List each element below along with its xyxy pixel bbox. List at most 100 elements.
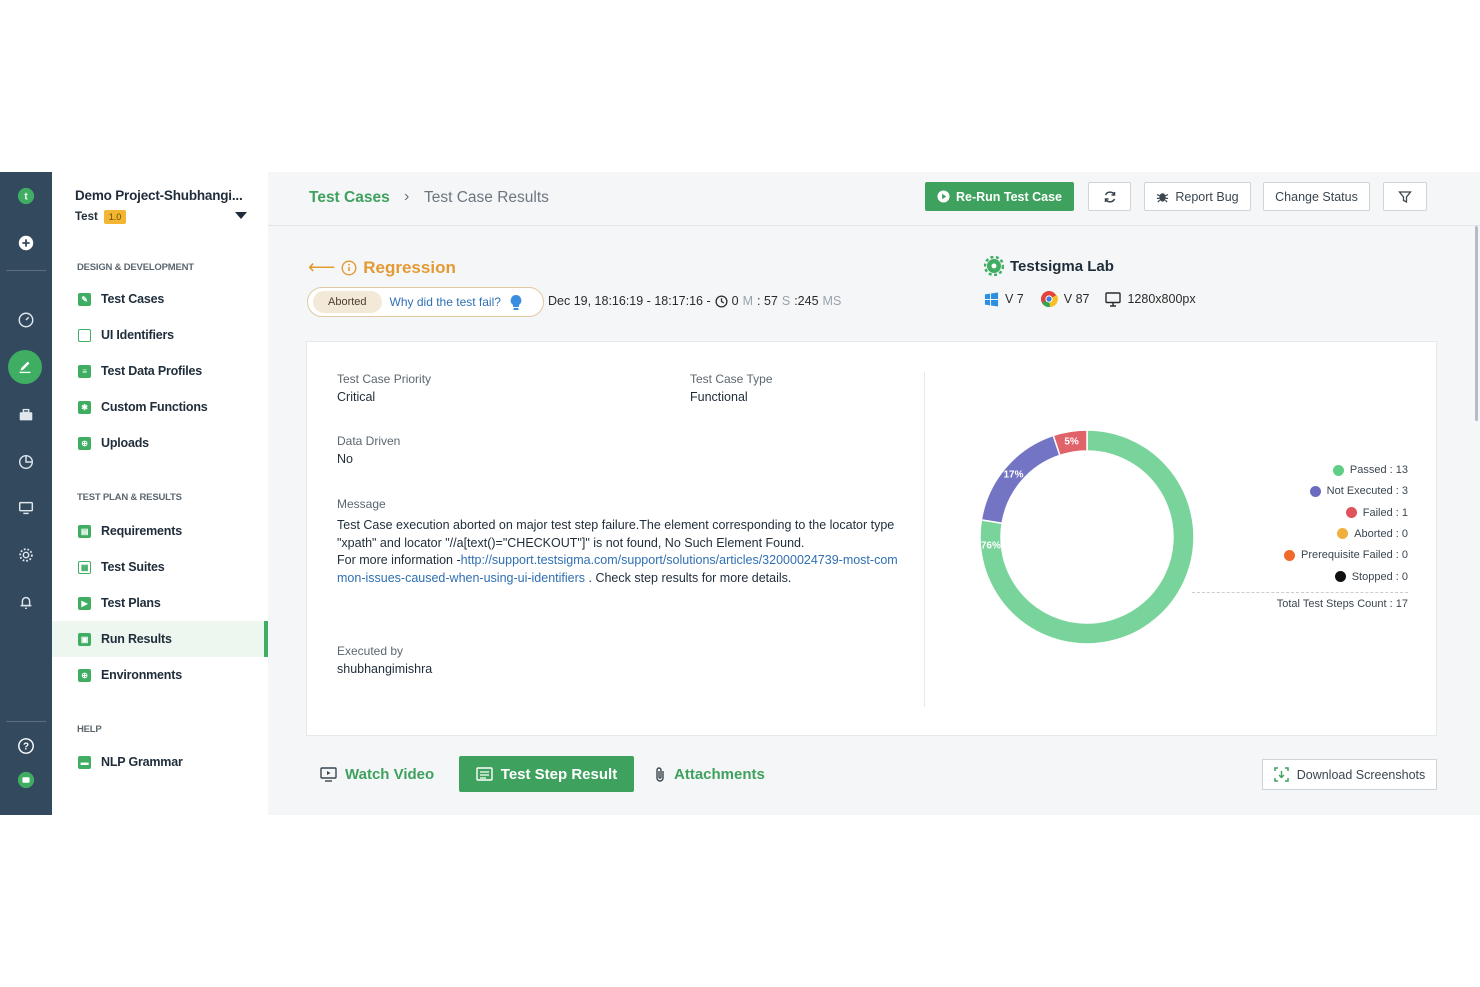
top-bar: Test Cases › Test Case Results Re-Run Te… <box>268 172 1480 226</box>
chat-icon[interactable] <box>10 764 42 796</box>
chrome-icon <box>1040 291 1058 308</box>
os-version: V 7 <box>1005 292 1024 306</box>
project-type: Test <box>75 211 98 223</box>
dashboard-icon[interactable] <box>10 304 42 336</box>
briefcase-icon[interactable] <box>10 399 42 431</box>
tab-watch-video[interactable]: Watch Video <box>320 756 440 792</box>
sidebar-item-nlp-grammar[interactable]: ▬ NLP Grammar <box>52 744 268 780</box>
donut-label-failed: 5% <box>1064 437 1079 448</box>
nlp-grammar-icon: ▬ <box>78 755 91 769</box>
duration-minutes-unit: M <box>742 294 753 308</box>
status-badge: Aborted <box>313 291 382 313</box>
duration-ms-unit: MS <box>822 294 842 308</box>
change-status-button[interactable]: Change Status <box>1263 182 1370 211</box>
breadcrumb-test-cases[interactable]: Test Cases <box>309 189 390 207</box>
sidebar: Demo Project-Shubhangi... Test 1.0 DESIG… <box>52 172 268 815</box>
report-bug-button[interactable]: Report Bug <box>1144 182 1251 211</box>
legend-label: Failed : 1 <box>1362 506 1408 519</box>
legend-item: Stopped : 0 <box>1334 571 1408 583</box>
lightbulb-icon <box>510 294 522 310</box>
paperclip-icon <box>656 767 664 782</box>
test-cases-icon: ✎ <box>78 292 91 306</box>
duration-seconds-unit: S <box>781 294 791 308</box>
type-value: Functional <box>690 390 748 404</box>
filter-button[interactable] <box>1383 182 1427 211</box>
legend-label: Aborted : 0 <box>1354 527 1408 540</box>
legend-dot <box>1332 464 1344 476</box>
sidebar-item-ui-identifiers[interactable]: UI Identifiers <box>52 317 268 353</box>
legend-label: Passed : 13 <box>1349 464 1408 476</box>
requirements-icon: ▤ <box>78 524 91 538</box>
back-arrow-icon[interactable]: ⟵ <box>308 256 335 279</box>
type-label: Test Case Type <box>690 372 773 386</box>
message-line: Test Case execution aborted on major tes… <box>337 518 895 550</box>
run-results-icon: ▣ <box>78 632 91 646</box>
rerun-test-case-button[interactable]: Re-Run Test Case <box>925 182 1074 211</box>
legend-label: Not Executed : 3 <box>1326 485 1408 498</box>
legend-dot <box>1284 549 1295 561</box>
tab-test-step-result[interactable]: Test Step Result <box>459 756 634 792</box>
resolution: 1280x800px <box>1127 292 1196 306</box>
testsigma-lab-icon <box>984 256 1004 276</box>
scrollbar-thumb[interactable] <box>1475 226 1478 421</box>
priority-value: Critical <box>337 390 376 404</box>
sidebar-item-uploads[interactable]: ⊕ Uploads <box>52 425 268 461</box>
section-test-plan-results: TEST PLAN & RESULTS <box>77 492 182 503</box>
message-label: Message <box>337 497 386 511</box>
section-design-development: DESIGN & DEVELOPMENT <box>77 262 194 273</box>
sidebar-item-test-plans[interactable]: ▶ Test Plans <box>52 585 268 621</box>
screenshot-icon <box>1273 767 1289 782</box>
sidebar-item-environments[interactable]: ⊕ Environments <box>52 657 268 693</box>
why-did-test-fail-link[interactable]: Why did the test fail? <box>390 295 501 309</box>
project-name[interactable]: Demo Project-Shubhangi... <box>75 188 243 203</box>
data-driven-value: No <box>337 452 353 466</box>
video-monitor-icon <box>320 766 337 782</box>
duration-minutes: 0 <box>731 294 739 308</box>
help-icon[interactable]: ? <box>10 730 42 762</box>
refresh-button[interactable] <box>1088 182 1131 211</box>
status-pill: Aborted Why did the test fail? <box>307 287 544 317</box>
legend-dot <box>1309 485 1321 497</box>
bug-icon <box>1157 193 1169 203</box>
result-details-card: Test Case Priority Critical Test Case Ty… <box>306 341 1437 736</box>
reports-pie-icon[interactable] <box>10 446 42 478</box>
lab-title: Testsigma Lab <box>984 256 1114 276</box>
run-time-info: Dec 19, 18:16:19 - 18:17:16 - 0M: 57 S:24… <box>548 294 841 308</box>
run-title: Regression <box>363 257 456 277</box>
add-icon[interactable] <box>10 227 42 259</box>
test-data-profiles-icon: ≡ <box>78 364 91 378</box>
executed-by-label: Executed by <box>337 644 404 658</box>
ui-identifiers-icon <box>78 328 91 342</box>
donut-label-not-executed: 17% <box>1004 469 1024 480</box>
legend-dot <box>1337 528 1349 540</box>
legend-item: Aborted : 0 <box>1337 528 1408 540</box>
monitor-resolution-icon <box>1105 291 1122 307</box>
settings-gear-icon[interactable] <box>10 539 42 571</box>
priority-label: Test Case Priority <box>337 372 432 386</box>
project-dropdown-icon[interactable] <box>235 212 247 219</box>
sidebar-item-run-results[interactable]: ▣ Run Results <box>52 621 268 657</box>
message-prefix: For more information - <box>337 553 461 567</box>
section-help: HELP <box>77 724 102 735</box>
duration-ms: :245 <box>794 294 819 308</box>
sidebar-item-test-suites[interactable]: ▦ Test Suites <box>52 549 268 585</box>
monitor-icon[interactable] <box>10 492 42 524</box>
edit-icon[interactable] <box>8 350 42 384</box>
message-text: Test Case execution aborted on major tes… <box>337 517 907 587</box>
sidebar-item-custom-functions[interactable]: ✱ Custom Functions <box>52 389 268 425</box>
download-screenshots-button[interactable]: Download Screenshots <box>1262 759 1437 790</box>
testsigma-logo-icon[interactable]: t <box>10 180 42 212</box>
list-panel-icon <box>476 767 493 781</box>
environment-info: V 7 V 87 1280x800px <box>984 290 1196 308</box>
executed-by-value: shubhangimishra <box>337 662 433 676</box>
refresh-icon <box>1104 190 1115 203</box>
tab-attachments[interactable]: Attachments <box>654 756 779 792</box>
environments-icon: ⊕ <box>78 668 91 682</box>
bell-icon[interactable] <box>10 586 42 618</box>
sidebar-item-requirements[interactable]: ▤ Requirements <box>52 513 268 549</box>
main-scrollbar[interactable] <box>1473 226 1480 815</box>
total-divider <box>1192 592 1408 593</box>
project-subtitle: Test 1.0 <box>75 210 127 224</box>
sidebar-item-test-cases[interactable]: ✎ Test Cases <box>52 281 268 317</box>
sidebar-item-test-data-profiles[interactable]: ≡ Test Data Profiles <box>52 353 268 389</box>
